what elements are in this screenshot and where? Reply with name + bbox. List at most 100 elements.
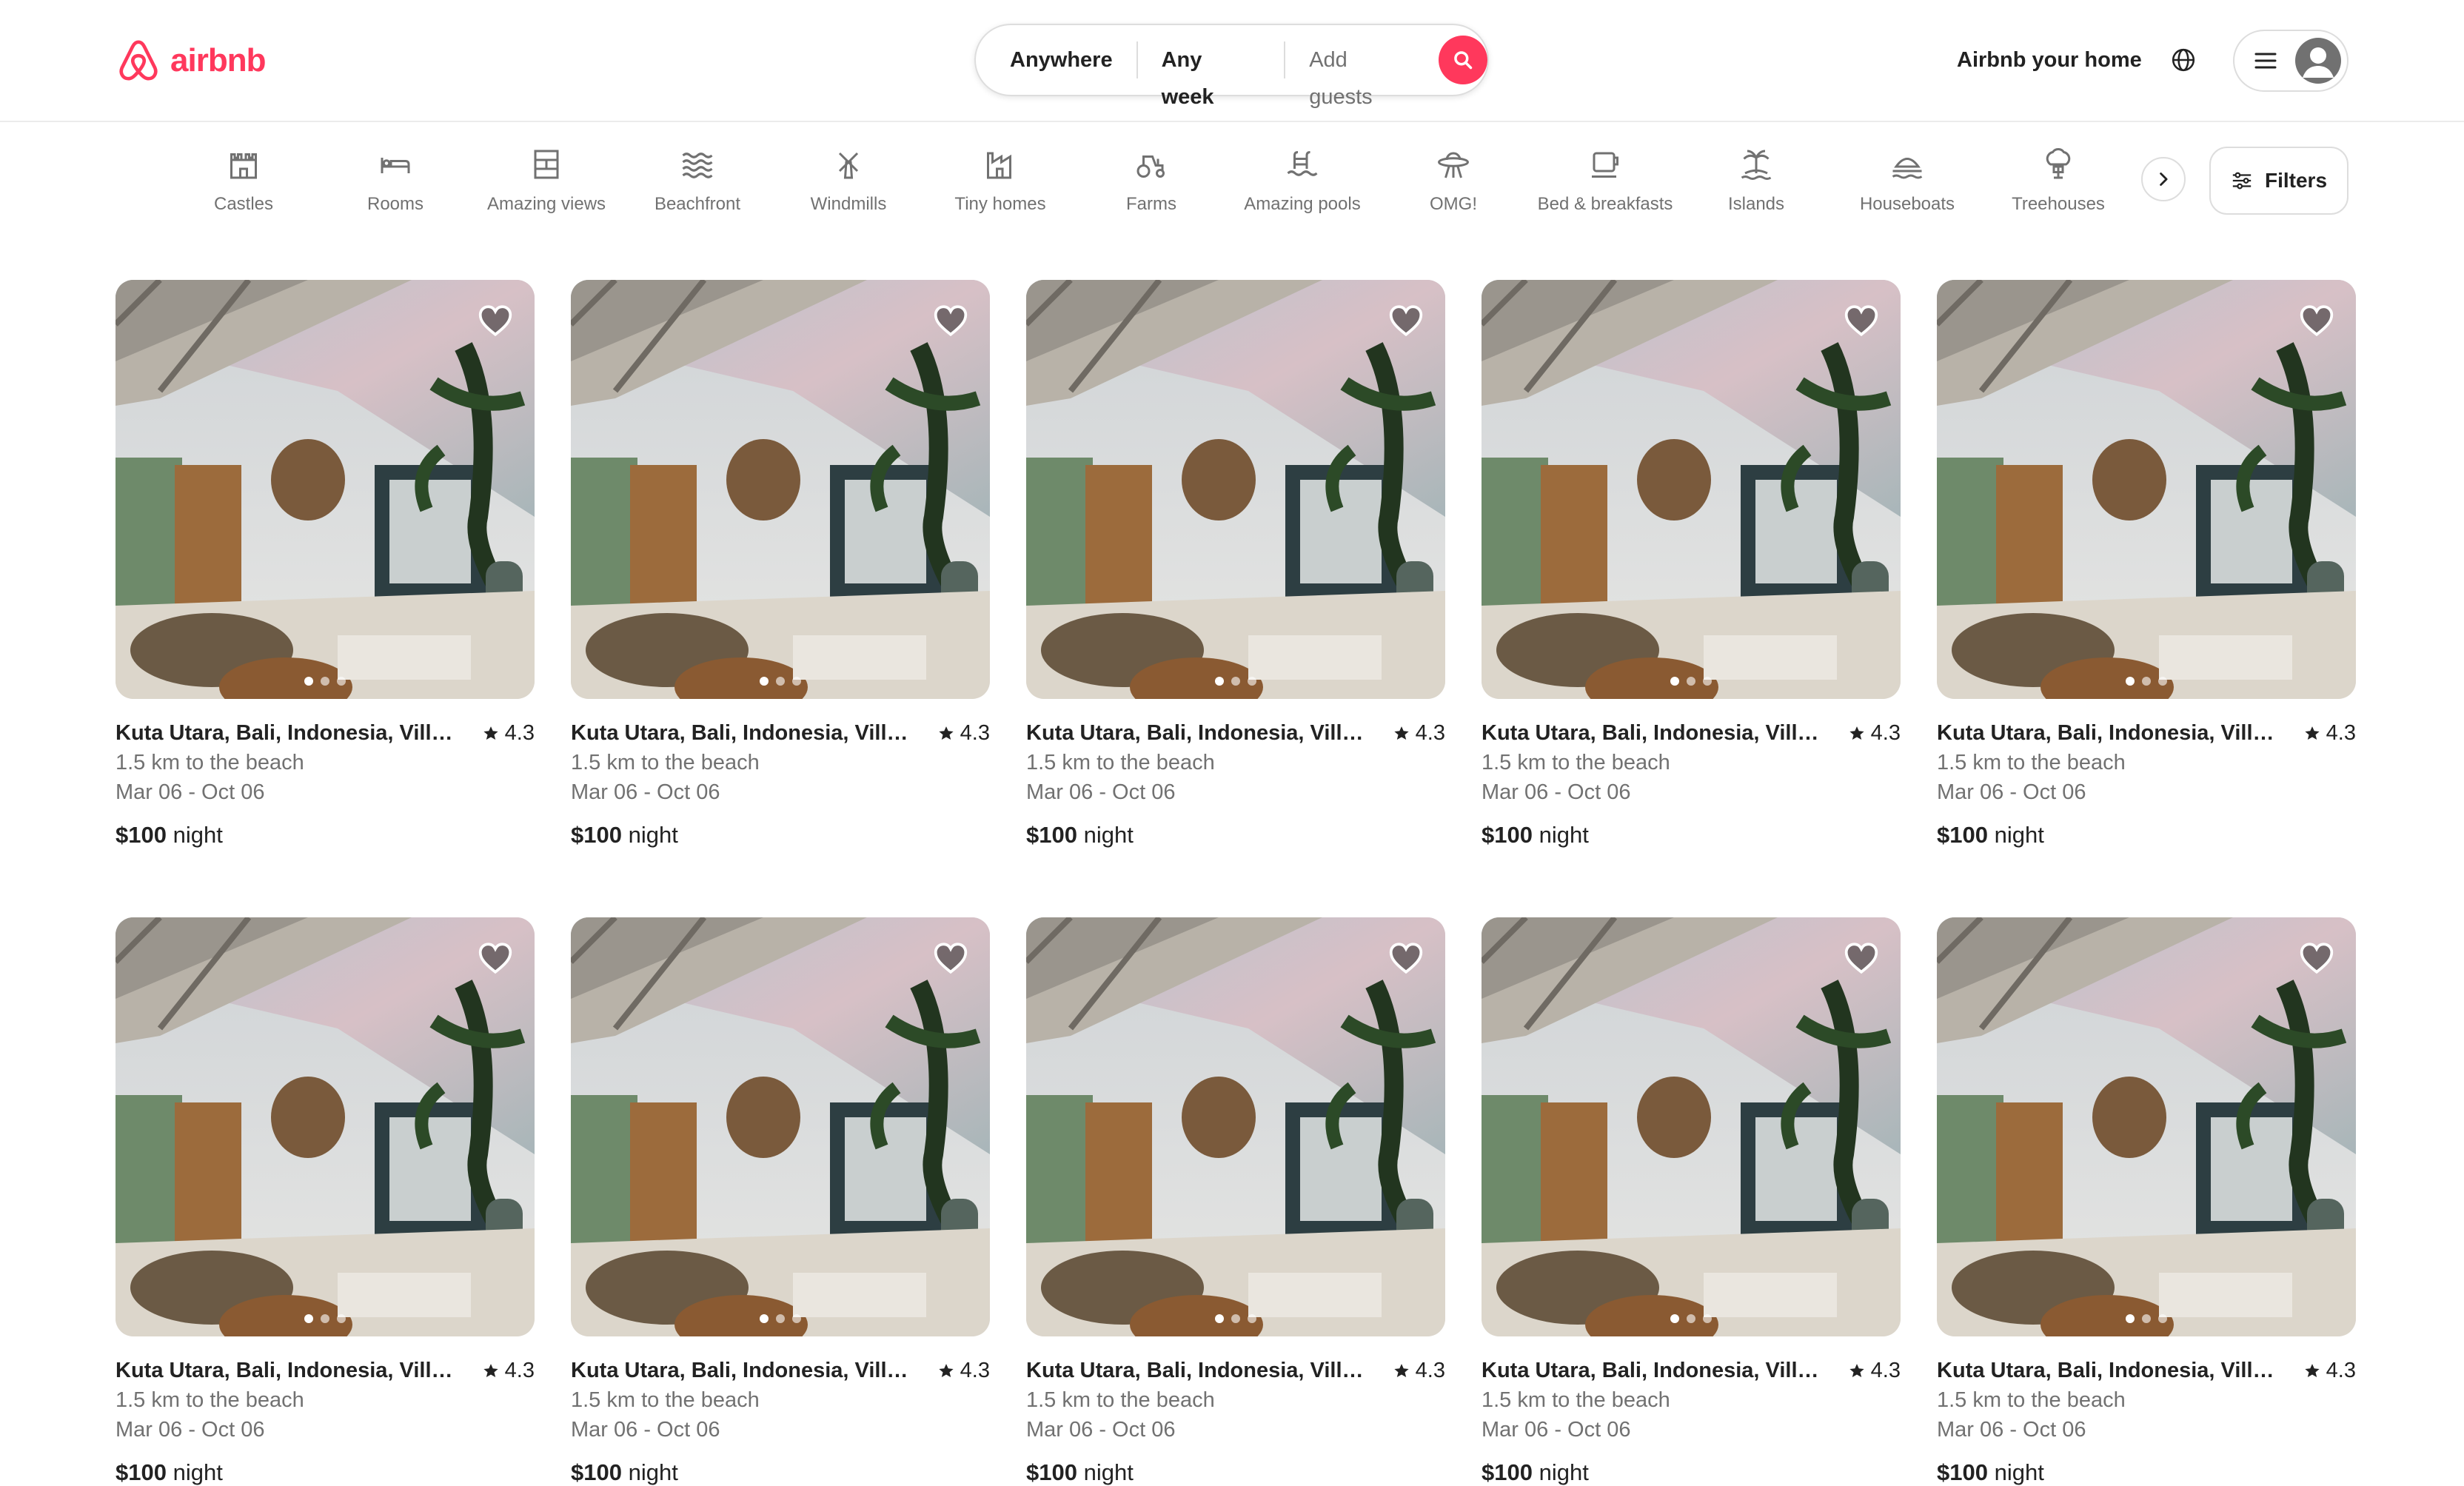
listing-title: Kuta Utara, Bali, Indonesia, Villa 1... bbox=[571, 1358, 919, 1382]
listing-info: Kuta Utara, Bali, Indonesia, Villa 1... 4… bbox=[571, 1356, 990, 1486]
listing-info: Kuta Utara, Bali, Indonesia, Villa 1... 4… bbox=[1937, 1356, 2356, 1486]
pagination-dot[interactable] bbox=[1248, 1314, 1256, 1323]
listing-photo[interactable] bbox=[1482, 280, 1901, 699]
pagination-dot[interactable] bbox=[1215, 677, 1224, 686]
heart-icon[interactable] bbox=[477, 940, 514, 977]
category-windmills[interactable]: Windmills bbox=[774, 141, 923, 222]
listing-photo[interactable] bbox=[1482, 917, 1901, 1336]
category-treehouses[interactable]: Treehouses bbox=[1984, 141, 2132, 222]
pagination-dot[interactable] bbox=[304, 677, 313, 686]
categories-next-button[interactable] bbox=[2141, 157, 2186, 201]
listing-photo[interactable] bbox=[116, 917, 535, 1336]
airbnb-logo[interactable]: airbnb bbox=[116, 37, 266, 84]
category-amazing-pools[interactable]: Amazing pools bbox=[1228, 141, 1376, 222]
pagination-dot[interactable] bbox=[304, 1314, 313, 1323]
pagination-dot[interactable] bbox=[2142, 677, 2151, 686]
listing-photo[interactable] bbox=[1937, 280, 2356, 699]
category-label: Amazing pools bbox=[1244, 194, 1361, 214]
pagination-dot[interactable] bbox=[1231, 677, 1240, 686]
pagination-dot[interactable] bbox=[2158, 1314, 2167, 1323]
listing-photo[interactable] bbox=[571, 917, 990, 1336]
heart-icon[interactable] bbox=[1387, 302, 1424, 339]
price-amount: $100 bbox=[1482, 822, 1533, 848]
pagination-dot[interactable] bbox=[1703, 1314, 1712, 1323]
category-amazing-views[interactable]: Amazing views bbox=[472, 141, 620, 222]
pagination-dot[interactable] bbox=[1687, 677, 1695, 686]
user-menu-button[interactable] bbox=[2233, 30, 2348, 92]
listing-photo[interactable] bbox=[1937, 917, 2356, 1336]
pagination-dot[interactable] bbox=[1248, 677, 1256, 686]
listing-photo[interactable] bbox=[571, 280, 990, 699]
pagination-dot[interactable] bbox=[1670, 677, 1679, 686]
category-label: Treehouses bbox=[2012, 194, 2105, 214]
category-rooms[interactable]: Rooms bbox=[321, 141, 469, 222]
bed-icon bbox=[381, 158, 410, 173]
pagination-dot[interactable] bbox=[1703, 677, 1712, 686]
heart-icon[interactable] bbox=[477, 302, 514, 339]
listing-photo-image bbox=[1937, 280, 2356, 699]
category-beachfront[interactable]: Beachfront bbox=[623, 141, 771, 222]
pagination-dot[interactable] bbox=[1231, 1314, 1240, 1323]
listing-photo[interactable] bbox=[1026, 280, 1445, 699]
listing-title: Kuta Utara, Bali, Indonesia, Villa 1... bbox=[1482, 1358, 1829, 1382]
price-amount: $100 bbox=[1026, 1459, 1077, 1485]
listing-photo[interactable] bbox=[1026, 917, 1445, 1336]
search-location[interactable]: Anywhere bbox=[976, 41, 1136, 78]
pagination-dot[interactable] bbox=[1687, 1314, 1695, 1323]
heart-icon[interactable] bbox=[1387, 940, 1424, 977]
language-button[interactable] bbox=[2166, 43, 2200, 77]
pagination-dot[interactable] bbox=[792, 1314, 801, 1323]
listing-dates: Mar 06 - Oct 06 bbox=[1482, 780, 1631, 804]
pagination-dot[interactable] bbox=[321, 1314, 329, 1323]
heart-icon[interactable] bbox=[932, 940, 969, 977]
category-castles[interactable]: Castles bbox=[170, 141, 318, 222]
search-guests[interactable]: Add guests bbox=[1285, 41, 1430, 109]
coffee-icon bbox=[1592, 152, 1618, 178]
pool-icon bbox=[1287, 151, 1318, 176]
pagination-dot[interactable] bbox=[2158, 677, 2167, 686]
listing-dates: Mar 06 - Oct 06 bbox=[116, 780, 265, 804]
pagination-dot[interactable] bbox=[321, 677, 329, 686]
price-unit: night bbox=[173, 822, 223, 848]
pagination-dot[interactable] bbox=[776, 677, 785, 686]
category-houseboats[interactable]: Houseboats bbox=[1833, 141, 1981, 222]
photo-pagination bbox=[1937, 1314, 2356, 1323]
listing-distance: 1.5 km to the beach bbox=[571, 1388, 760, 1412]
heart-icon[interactable] bbox=[1843, 302, 1880, 339]
listing-title: Kuta Utara, Bali, Indonesia, Villa 1... bbox=[116, 720, 463, 745]
category-tiny-homes[interactable]: Tiny homes bbox=[926, 141, 1074, 222]
pagination-dot[interactable] bbox=[2126, 677, 2135, 686]
pagination-dot[interactable] bbox=[792, 677, 801, 686]
heart-icon[interactable] bbox=[1843, 940, 1880, 977]
pagination-dot[interactable] bbox=[776, 1314, 785, 1323]
heart-icon[interactable] bbox=[2298, 302, 2335, 339]
search-button[interactable] bbox=[1439, 36, 1487, 84]
photo-pagination bbox=[1482, 677, 1901, 686]
pagination-dot[interactable] bbox=[760, 677, 769, 686]
pagination-dot[interactable] bbox=[1670, 1314, 1679, 1323]
pagination-dot[interactable] bbox=[337, 677, 346, 686]
search-bar[interactable]: Anywhere Any week Add guests bbox=[974, 24, 1489, 109]
category-bed-and-breakfasts[interactable]: Bed & breakfasts bbox=[1531, 141, 1679, 222]
photo-pagination bbox=[1937, 677, 2356, 686]
listing-dates: Mar 06 - Oct 06 bbox=[1026, 1418, 1176, 1442]
heart-icon[interactable] bbox=[2298, 940, 2335, 977]
pagination-dot[interactable] bbox=[337, 1314, 346, 1323]
pagination-dot[interactable] bbox=[1215, 1314, 1224, 1323]
filters-button[interactable]: Filters bbox=[2209, 147, 2348, 215]
category-omg[interactable]: OMG! bbox=[1379, 141, 1527, 222]
category-label: Amazing views bbox=[486, 194, 606, 214]
search-dates[interactable]: Any week bbox=[1138, 41, 1285, 109]
pagination-dot[interactable] bbox=[2126, 1314, 2135, 1323]
airbnb-your-home-link[interactable]: Airbnb your home bbox=[1957, 44, 2142, 76]
listing-photo[interactable] bbox=[116, 280, 535, 699]
heart-icon[interactable] bbox=[932, 302, 969, 339]
star-icon bbox=[2305, 726, 2320, 740]
category-islands[interactable]: Islands bbox=[1682, 141, 1830, 222]
listing-info: Kuta Utara, Bali, Indonesia, Villa 1... 4… bbox=[571, 718, 990, 849]
houseboat-icon bbox=[1892, 158, 1923, 179]
category-farms[interactable]: Farms bbox=[1077, 141, 1225, 222]
category-label: Farms bbox=[1126, 194, 1176, 214]
pagination-dot[interactable] bbox=[760, 1314, 769, 1323]
pagination-dot[interactable] bbox=[2142, 1314, 2151, 1323]
